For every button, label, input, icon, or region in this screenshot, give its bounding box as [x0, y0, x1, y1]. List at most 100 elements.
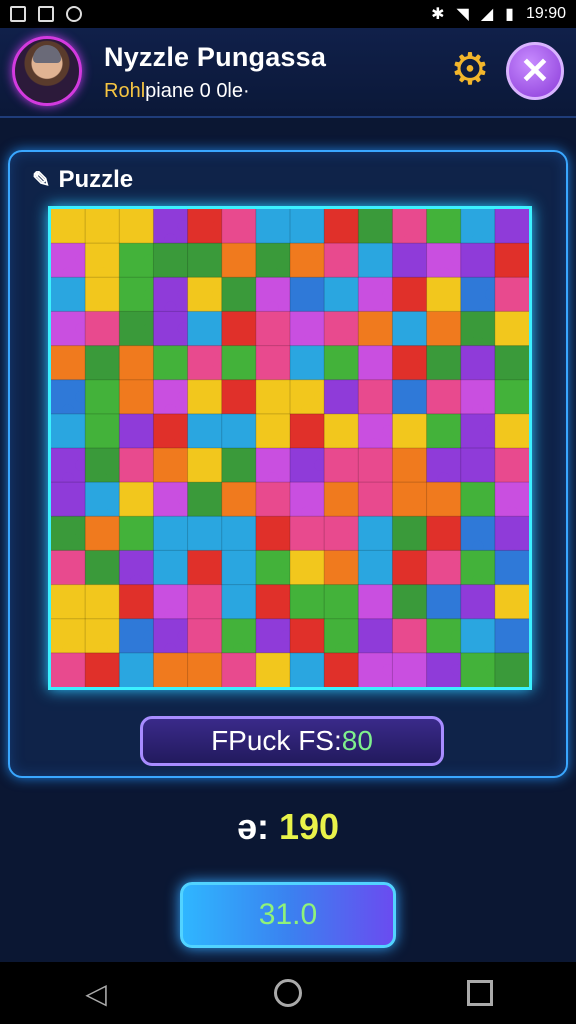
- puzzle-piece[interactable]: [324, 584, 359, 620]
- puzzle-piece[interactable]: [290, 345, 325, 381]
- puzzle-piece[interactable]: [460, 243, 496, 278]
- puzzle-piece[interactable]: [494, 618, 529, 654]
- puzzle-piece[interactable]: [119, 448, 154, 483]
- puzzle-piece[interactable]: [392, 379, 428, 415]
- puzzle-board[interactable]: [48, 206, 532, 690]
- puzzle-piece[interactable]: [255, 584, 291, 620]
- subtitle-rest: piane 0 0le·: [145, 80, 250, 102]
- puzzle-piece[interactable]: [324, 652, 359, 687]
- puzzle-piece[interactable]: [187, 379, 223, 415]
- puzzle-piece[interactable]: [494, 652, 529, 687]
- puzzle-piece[interactable]: [460, 618, 496, 654]
- wifi-icon: ◥: [456, 6, 469, 23]
- action-button[interactable]: 31.0: [180, 882, 396, 948]
- puzzle-piece[interactable]: [51, 413, 86, 449]
- puzzle-piece[interactable]: [51, 584, 86, 620]
- puzzle-piece[interactable]: [324, 482, 359, 517]
- puzzle-piece[interactable]: [358, 243, 393, 278]
- back-icon: ◁: [85, 977, 107, 1009]
- puzzle-piece[interactable]: [494, 209, 529, 244]
- back-button[interactable]: ◁: [76, 973, 116, 1013]
- puzzle-piece[interactable]: [221, 448, 257, 483]
- puzzle-piece[interactable]: [392, 516, 428, 551]
- puzzle-piece[interactable]: [290, 277, 325, 312]
- puzzle-piece[interactable]: [460, 448, 496, 483]
- puzzle-piece[interactable]: [358, 448, 393, 483]
- puzzle-piece[interactable]: [221, 345, 257, 381]
- puzzle-piece[interactable]: [392, 243, 428, 278]
- puzzle-piece[interactable]: [426, 311, 462, 347]
- puzzle-piece[interactable]: [392, 652, 428, 687]
- puzzle-piece[interactable]: [392, 584, 428, 620]
- puzzle-piece[interactable]: [460, 482, 496, 517]
- puzzle-piece[interactable]: [119, 584, 154, 620]
- puzzle-piece[interactable]: [358, 618, 393, 654]
- puzzle-piece[interactable]: [221, 652, 257, 687]
- puzzle-piece[interactable]: [255, 379, 291, 415]
- puzzle-piece[interactable]: [187, 413, 223, 449]
- puzzle-piece[interactable]: [187, 482, 223, 517]
- puzzle-piece[interactable]: [119, 482, 154, 517]
- home-button[interactable]: [268, 973, 308, 1013]
- puzzle-piece[interactable]: [324, 379, 359, 415]
- puzzle-piece[interactable]: [85, 550, 120, 586]
- puzzle-piece[interactable]: [494, 516, 529, 551]
- puzzle-piece[interactable]: [358, 584, 393, 620]
- puzzle-piece[interactable]: [221, 482, 257, 517]
- puzzle-piece[interactable]: [290, 550, 325, 586]
- avatar[interactable]: [12, 36, 82, 106]
- puzzle-piece[interactable]: [119, 516, 154, 551]
- puzzle-piece[interactable]: [290, 584, 325, 620]
- puzzle-piece[interactable]: [153, 243, 189, 278]
- puzzle-piece[interactable]: [119, 209, 154, 244]
- puzzle-piece[interactable]: [51, 550, 86, 586]
- puzzle-piece[interactable]: [290, 413, 325, 449]
- puzzle-piece[interactable]: [324, 550, 359, 586]
- puzzle-piece[interactable]: [153, 652, 189, 687]
- puzzle-piece[interactable]: [119, 379, 154, 415]
- puzzle-piece[interactable]: [221, 413, 257, 449]
- puzzle-piece[interactable]: [324, 209, 359, 244]
- puzzle-piece[interactable]: [426, 277, 462, 312]
- puzzle-piece[interactable]: [85, 311, 120, 347]
- puzzle-piece[interactable]: [494, 379, 529, 415]
- puzzle-piece[interactable]: [358, 516, 393, 551]
- puzzle-piece[interactable]: [187, 448, 223, 483]
- puzzle-piece[interactable]: [494, 277, 529, 312]
- puzzle-piece[interactable]: [290, 652, 325, 687]
- puzzle-piece[interactable]: [324, 277, 359, 312]
- puzzle-piece[interactable]: [187, 584, 223, 620]
- puzzle-piece[interactable]: [119, 413, 154, 449]
- puzzle-piece[interactable]: [221, 277, 257, 312]
- puzzle-piece[interactable]: [494, 243, 529, 278]
- gear-icon[interactable]: ⚙: [448, 48, 492, 92]
- puzzle-piece[interactable]: [460, 584, 496, 620]
- recents-button[interactable]: [460, 973, 500, 1013]
- subtitle-accent: Rohl: [104, 80, 146, 102]
- close-icon: ✕: [519, 50, 551, 91]
- puzzle-piece[interactable]: [51, 482, 86, 517]
- puzzle-piece[interactable]: [221, 550, 257, 586]
- puzzle-piece[interactable]: [153, 448, 189, 483]
- puzzle-piece[interactable]: [460, 345, 496, 381]
- puzzle-piece[interactable]: [51, 345, 86, 381]
- puzzle-piece[interactable]: [255, 516, 291, 551]
- puzzle-piece[interactable]: [51, 652, 86, 687]
- puzzle-piece[interactable]: [494, 311, 529, 347]
- puzzle-piece[interactable]: [494, 550, 529, 586]
- puzzle-piece[interactable]: [426, 379, 462, 415]
- puzzle-piece[interactable]: [221, 311, 257, 347]
- puzzle-piece[interactable]: [494, 448, 529, 483]
- puzzle-piece[interactable]: [358, 345, 393, 381]
- puzzle-piece[interactable]: [290, 618, 325, 654]
- puzzle-piece[interactable]: [85, 413, 120, 449]
- puzzle-piece[interactable]: [85, 379, 120, 415]
- puzzle-board-svg[interactable]: [51, 209, 529, 687]
- close-button[interactable]: ✕: [506, 42, 564, 100]
- puzzle-piece[interactable]: [85, 652, 120, 687]
- puzzle-piece[interactable]: [187, 243, 223, 278]
- puzzle-piece[interactable]: [426, 482, 462, 517]
- puzzle-piece[interactable]: [426, 584, 462, 620]
- puzzle-piece[interactable]: [392, 550, 428, 586]
- puzzle-piece[interactable]: [187, 652, 223, 687]
